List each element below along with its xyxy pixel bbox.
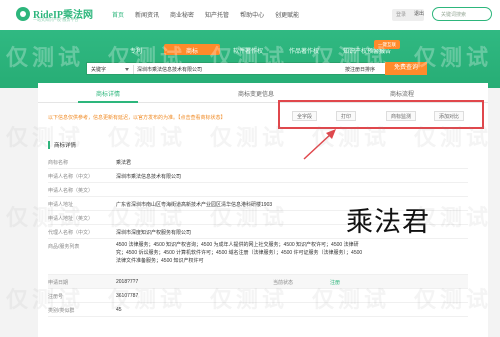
row-value: 45	[116, 307, 122, 313]
search-type-select[interactable]: 关键字	[91, 66, 106, 73]
row-value: 深圳市乘法信息技术有限公司	[116, 174, 182, 180]
row-value: 乘法君	[116, 160, 132, 166]
logo-icon	[16, 7, 30, 21]
chevron-down-icon	[125, 68, 129, 71]
top-search-placeholder: 关键词搜索	[441, 12, 467, 18]
search-input[interactable]: 深圳市乘法信息技术有限公司	[137, 66, 202, 73]
row-key: 类别/类似群	[48, 308, 75, 314]
tab-work-copyright[interactable]: 作品著作权	[276, 44, 332, 55]
row-key: 申请人地址（英文）	[48, 216, 94, 222]
search-bar: 关键字 深圳市乘法信息技术有限公司 按注册日排序 免费查询	[86, 62, 427, 75]
row-value: 广东省深圳市南山区粤海街道高新技术产业园区清华信息港科研楼1903	[116, 202, 273, 208]
tab-trademark-detail[interactable]: 商标详情	[96, 89, 120, 98]
row-value: 深圳市深度知识产权服务有限公司	[116, 230, 192, 236]
tab-patent[interactable]: 专利	[108, 44, 164, 55]
notice-text: 以下信息仅供参考，信息更新有延迟，以官方发布的为准。【点击查看商标状态】	[48, 115, 226, 121]
table-row: 类别/类似群 45	[48, 303, 468, 317]
row-key: 申请人名称（英文）	[48, 188, 94, 194]
site-logo[interactable]: RideIP乘法网 一站式知识产权"服务平台"	[16, 6, 100, 26]
row-value: 4500 法律服务；4500 知识产权咨询；4500 为成年人提供的网上社交服务…	[116, 242, 363, 264]
nav-item-help[interactable]: 帮助中心	[240, 10, 264, 19]
row-key: 申请人名称（中文）	[48, 174, 94, 180]
table-row: 注册号 36107787	[48, 289, 468, 303]
red-highlight-box	[278, 100, 484, 129]
exit-link[interactable]: 退出	[414, 10, 424, 17]
logo-subtitle: 一站式知识产权"服务平台"	[33, 17, 80, 22]
top-bar: RideIP乘法网 一站式知识产权"服务平台" 首页 新闻资讯 商业秘密 知产托…	[0, 0, 500, 30]
tab-trademark-process[interactable]: 商标流程	[390, 89, 414, 98]
search-banner	[0, 30, 500, 88]
search-button[interactable]: 免费查询	[385, 62, 427, 75]
table-row: 申请日期 2018?7?7 当前状态 注册	[48, 275, 468, 289]
section-title: 商标详情	[48, 141, 76, 149]
hot-badge[interactable]: 一键互联	[374, 40, 400, 49]
table-row: 商品/服务列表 4500 法律服务；4500 知识产权咨询；4500 为成年人提供…	[48, 239, 468, 275]
tab-trademark[interactable]: 商标	[164, 44, 220, 55]
trademark-image: 乘法君	[346, 207, 430, 238]
row-key: 申请人地址	[48, 202, 74, 208]
tab-software-copyright[interactable]: 软件著作权	[220, 44, 276, 55]
login-label: 登录	[396, 12, 407, 18]
row-value: 36107787	[116, 293, 139, 299]
nav-item-trade-secret[interactable]: 商业秘密	[170, 10, 194, 19]
row-value: 2018?7?7	[116, 279, 139, 285]
row-key: 商品/服务列表	[48, 244, 80, 250]
row-key: 注册号	[48, 294, 64, 300]
status-badge: 注册	[330, 280, 341, 286]
row-key: 代理人名称（中文）	[48, 230, 94, 236]
sort-select[interactable]: 按注册日排序	[345, 66, 375, 73]
category-tabs: 专利 商标 软件著作权 作品著作权 知识产权预警报告	[108, 44, 402, 55]
nav-item-news[interactable]: 新闻资讯	[135, 10, 159, 19]
divider	[133, 65, 134, 74]
nav-item-ip-hosting[interactable]: 知产托管	[205, 10, 229, 19]
nav-item-home[interactable]: 首页	[112, 10, 124, 19]
nav-item-empower[interactable]: 创更赋能	[275, 10, 299, 19]
status-key: 当前状态	[273, 280, 294, 286]
table-row: 申请人名称（中文） 深圳市乘法信息技术有限公司	[48, 169, 468, 183]
table-row: 申请人名称（英文）	[48, 183, 468, 197]
table-row: 商标名称 乘法君	[48, 155, 468, 169]
row-key: 申请日期	[48, 280, 69, 286]
top-search-input[interactable]: 关键词搜索	[432, 7, 492, 21]
tab-trademark-changes[interactable]: 商标变更信息	[238, 89, 274, 98]
main-nav: 首页 新闻资讯 商业秘密 知产托管 帮助中心 创更赋能	[112, 10, 299, 19]
row-key: 商标名称	[48, 160, 69, 166]
active-tab-indicator	[78, 101, 138, 103]
